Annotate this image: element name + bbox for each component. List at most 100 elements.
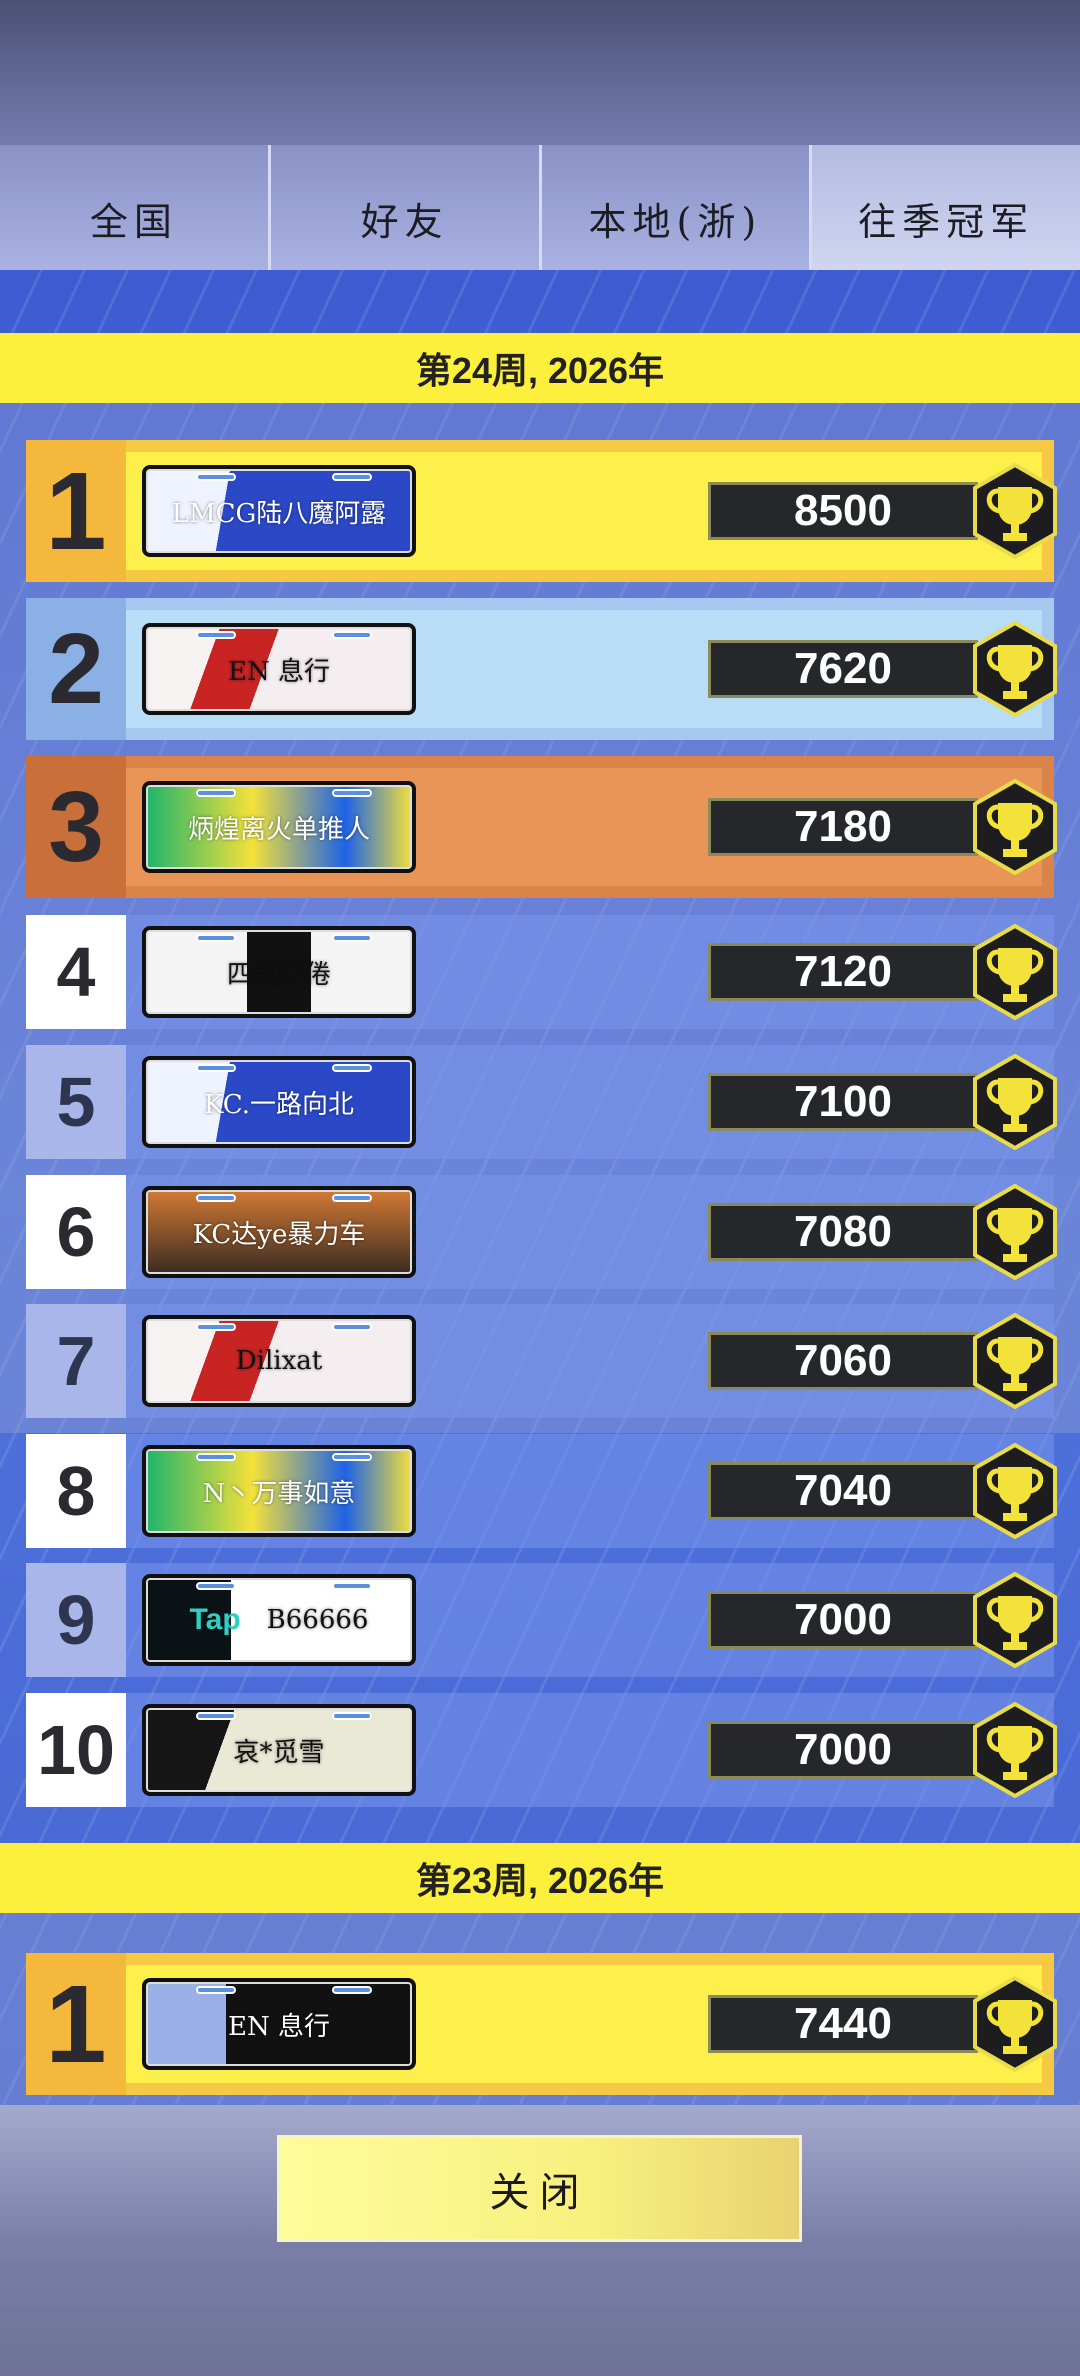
plate-slot — [332, 473, 372, 481]
score-value: 8500 — [708, 482, 978, 540]
plate-text: 炳煌离火单推人 — [187, 814, 370, 845]
license-plate: KC达ye暴力车 — [142, 1186, 416, 1278]
plate-text: EN 息行 — [228, 2011, 330, 2042]
plate-slot — [332, 1582, 372, 1590]
trophy-icon — [972, 1183, 1058, 1281]
rank-number: 10 — [26, 1693, 126, 1807]
week-title: 第24周, 2026年 — [415, 350, 665, 391]
trophy-icon — [972, 923, 1058, 1021]
rank-number: 3 — [26, 756, 126, 898]
leaderboard-list[interactable]: 第24周, 2026年 第23周, 2026年 1 LMCG陆八魔阿露 8500 2 E… — [0, 270, 1080, 2105]
score-value: 7000 — [708, 1721, 978, 1779]
plate-slot — [332, 789, 372, 797]
leaderboard-row[interactable]: 4 四到厌倦 7120 — [26, 915, 1057, 1029]
license-plate: 四到厌倦 — [142, 926, 416, 1018]
plate-slot — [196, 631, 236, 639]
score-value: 7180 — [708, 798, 978, 856]
license-plate: 炳煌离火单推人 — [142, 781, 416, 873]
rank-number: 4 — [26, 915, 126, 1029]
trophy-icon — [972, 1442, 1058, 1540]
license-plate: Tap B66666 — [142, 1574, 416, 1666]
leaderboard-row[interactable]: 1 LMCG陆八魔阿露 8500 — [26, 440, 1057, 582]
plate-text: Dilixat — [235, 1346, 323, 1376]
plate-slot — [196, 934, 236, 942]
plate-slot — [196, 1582, 236, 1590]
score-value: 7440 — [708, 1995, 978, 2053]
license-plate: Dilixat — [142, 1315, 416, 1407]
leaderboard-tabs: 全国 好友 本地(浙) 往季冠军 — [0, 145, 1080, 270]
plate-slot — [332, 934, 372, 942]
leaderboard-row[interactable]: 5 KC.一路向北 7100 — [26, 1045, 1057, 1159]
trophy-icon — [972, 462, 1058, 560]
rank-number: 5 — [26, 1045, 126, 1159]
leaderboard-row[interactable]: 8 N丶万事如意 7040 — [26, 1434, 1057, 1548]
plate-slot — [332, 1986, 372, 1994]
leaderboard-row[interactable]: 7 Dilixat 7060 — [26, 1304, 1057, 1418]
rank-number: 6 — [26, 1175, 126, 1289]
score-value: 7620 — [708, 640, 978, 698]
plate-slot — [196, 1064, 236, 1072]
trophy-icon — [972, 620, 1058, 718]
plate-slot — [196, 473, 236, 481]
leaderboard-row[interactable]: 6 KC达ye暴力车 7080 — [26, 1175, 1057, 1289]
license-plate: LMCG陆八魔阿露 — [142, 465, 416, 557]
close-button[interactable]: 关闭 — [277, 2135, 802, 2242]
score-value: 7100 — [708, 1073, 978, 1131]
plate-slot — [196, 1453, 236, 1461]
rank-number: 2 — [26, 598, 126, 740]
trophy-icon — [972, 778, 1058, 876]
score-value: 7040 — [708, 1462, 978, 1520]
rank-number: 9 — [26, 1563, 126, 1677]
leaderboard-row[interactable]: 3 炳煌离火单推人 7180 — [26, 756, 1057, 898]
plate-text: N丶万事如意 — [202, 1478, 356, 1509]
tab-friends[interactable]: 好友 — [270, 145, 542, 270]
plate-text: 哀*觅雪 — [233, 1737, 325, 1768]
tab-national[interactable]: 全国 — [0, 145, 271, 270]
plate-slot — [332, 1064, 372, 1072]
week-banner: 第23周, 2026年 — [0, 1843, 1080, 1913]
plate-text: LMCG陆八魔阿露 — [171, 498, 387, 529]
plate-slot — [196, 1323, 236, 1331]
plate-tag: Tap — [189, 1603, 241, 1636]
score-value: 7000 — [708, 1591, 978, 1649]
plate-slot — [332, 1453, 372, 1461]
plate-slot — [332, 1323, 372, 1331]
license-plate: EN 息行 — [142, 1978, 416, 2070]
rank-number: 1 — [26, 1953, 126, 2095]
trophy-icon — [972, 1701, 1058, 1799]
leaderboard-row[interactable]: 1 EN 息行 7440 — [26, 1953, 1057, 2095]
week-title: 第23周, 2026年 — [415, 1860, 665, 1901]
license-plate: KC.一路向北 — [142, 1056, 416, 1148]
license-plate: N丶万事如意 — [142, 1445, 416, 1537]
trophy-icon — [972, 1312, 1058, 1410]
plate-text: EN 息行 — [228, 656, 330, 687]
score-value: 7060 — [708, 1332, 978, 1390]
tab-past-champions[interactable]: 往季冠军 — [812, 145, 1080, 270]
leaderboard-row[interactable]: 9 Tap B66666 7000 — [26, 1563, 1057, 1677]
license-plate: 哀*觅雪 — [142, 1704, 416, 1796]
rank-number: 8 — [26, 1434, 126, 1548]
trophy-icon — [972, 1053, 1058, 1151]
rank-number: 1 — [26, 440, 126, 582]
trophy-icon — [972, 1571, 1058, 1669]
plate-text: KC达ye暴力车 — [192, 1219, 366, 1250]
tab-local[interactable]: 本地(浙) — [541, 145, 813, 270]
plate-slot — [196, 1194, 236, 1202]
rank-number: 7 — [26, 1304, 126, 1418]
score-value: 7120 — [708, 943, 978, 1001]
license-plate: EN 息行 — [142, 623, 416, 715]
plate-slot — [196, 1712, 236, 1720]
leaderboard-row[interactable]: 2 EN 息行 7620 — [26, 598, 1057, 740]
plate-slot — [332, 1712, 372, 1720]
trophy-icon — [972, 1975, 1058, 2073]
plate-slot — [196, 789, 236, 797]
plate-text: 四到厌倦 — [226, 959, 331, 990]
week-banner: 第24周, 2026年 — [0, 333, 1080, 403]
plate-slot — [332, 1194, 372, 1202]
leaderboard-row[interactable]: 10 哀*觅雪 7000 — [26, 1693, 1057, 1807]
plate-text: KC.一路向北 — [204, 1089, 354, 1120]
score-value: 7080 — [708, 1203, 978, 1261]
plate-text: B66666 — [266, 1605, 369, 1635]
plate-slot — [196, 1986, 236, 1994]
plate-slot — [332, 631, 372, 639]
